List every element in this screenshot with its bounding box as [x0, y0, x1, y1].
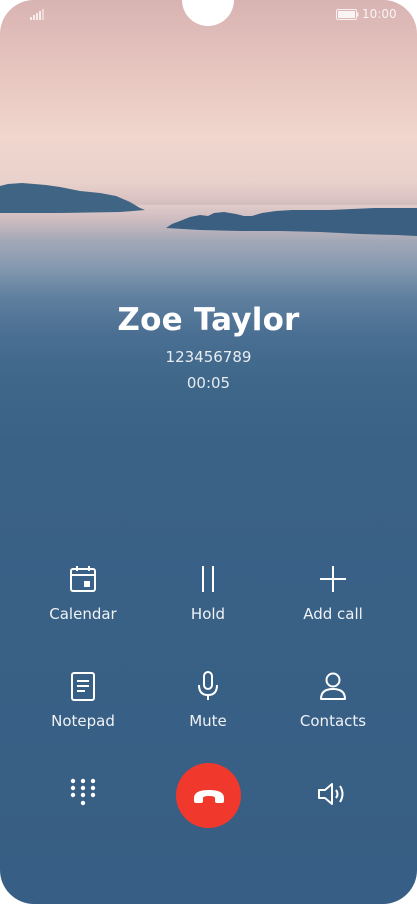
end-call-button[interactable] [176, 763, 241, 828]
contacts-button[interactable]: Contacts [273, 670, 393, 730]
mute-label: Mute [189, 712, 227, 730]
call-duration: 00:05 [186, 374, 231, 392]
battery-icon [336, 9, 359, 20]
dialpad-icon[interactable] [68, 778, 98, 808]
status-time: 10:00 [362, 7, 397, 21]
signal-bars-icon [30, 9, 44, 20]
status-bar: 10:00 [0, 0, 417, 30]
hold-label: Hold [190, 605, 226, 623]
add-call-label: Add call [303, 605, 363, 623]
microphone-icon [198, 671, 218, 700]
add-call-button[interactable]: Add call [273, 563, 393, 623]
speaker-icon[interactable] [315, 779, 349, 809]
landscape-islands [0, 183, 417, 236]
hold-button[interactable]: Hold [148, 563, 268, 623]
camera-notch [182, 0, 234, 26]
calendar-button[interactable]: Calendar [23, 563, 143, 623]
pause-icon [202, 566, 214, 592]
plus-icon [320, 566, 346, 592]
person-icon [320, 672, 346, 700]
calendar-label: Calendar [49, 605, 117, 623]
hang-up-icon [193, 789, 224, 803]
notepad-icon [71, 672, 95, 701]
call-screen: 10:00 Zoe Taylor 123456789 00:05 Calenda… [0, 0, 417, 904]
calendar-icon [70, 566, 96, 592]
caller-name: Zoe Taylor [117, 302, 300, 338]
notepad-button[interactable]: Notepad [23, 670, 143, 730]
notepad-label: Notepad [51, 712, 115, 730]
contacts-label: Contacts [299, 712, 367, 730]
mute-button[interactable]: Mute [148, 670, 268, 730]
caller-number: 123456789 [165, 348, 252, 366]
